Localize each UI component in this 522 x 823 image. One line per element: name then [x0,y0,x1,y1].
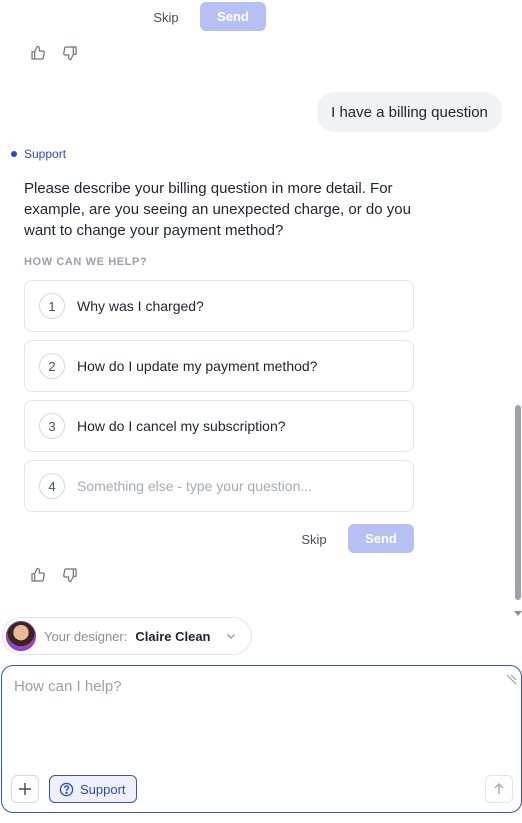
message-input[interactable] [14,678,494,768]
user-message-bubble: I have a billing question [317,92,502,132]
support-mode-button[interactable]: Support [49,775,137,803]
option-label: Why was I charged? [77,298,204,314]
custom-question-input[interactable] [77,478,387,494]
option-item-3[interactable]: 3 How do I cancel my subscription? [24,400,414,452]
thumbs-up-icon[interactable] [29,44,47,62]
option-number: 3 [39,413,65,439]
help-circle-icon [59,782,74,797]
chevron-down-icon [225,630,237,642]
designer-prefix: Your designer: [44,628,128,644]
composer: Support [1,665,522,813]
option-label: How do I update my payment method? [77,358,318,374]
option-label: How do I cancel my subscription? [77,418,286,434]
submit-arrow-button[interactable] [485,775,513,803]
designer-name: Claire Clean [135,628,211,644]
option-item-1[interactable]: 1 Why was I charged? [24,280,414,332]
option-number: 2 [39,353,65,379]
option-item-2[interactable]: 2 How do I update my payment method? [24,340,414,392]
thumbs-down-icon[interactable] [61,566,79,584]
assistant-tag-label: Support [24,147,67,161]
scrollbar-thumb[interactable] [515,405,521,600]
previous-skip-button[interactable]: Skip [150,8,182,26]
support-mode-label: Support [80,781,126,797]
options-section-label: HOW CAN WE HELP? [24,256,148,268]
scroll-down-arrow-icon[interactable] [514,604,522,616]
scrollbar[interactable] [514,405,522,600]
option-number: 1 [39,293,65,319]
designer-selector[interactable]: Your designer: Claire Clean [2,617,252,655]
assistant-message: Please describe your billing question in… [24,180,411,239]
send-button[interactable]: Send [348,524,414,553]
avatar [6,621,36,651]
previous-send-button[interactable]: Send [200,2,266,31]
option-item-4-custom[interactable]: 4 [24,460,414,512]
resize-handle-icon[interactable] [505,672,517,690]
status-dot [11,151,17,157]
assistant-tag: Support [11,147,66,161]
option-number: 4 [39,473,65,499]
add-attachment-button[interactable] [11,775,39,803]
thumbs-up-icon[interactable] [29,566,47,584]
thumbs-down-icon[interactable] [61,44,79,62]
skip-button[interactable]: Skip [298,530,330,548]
